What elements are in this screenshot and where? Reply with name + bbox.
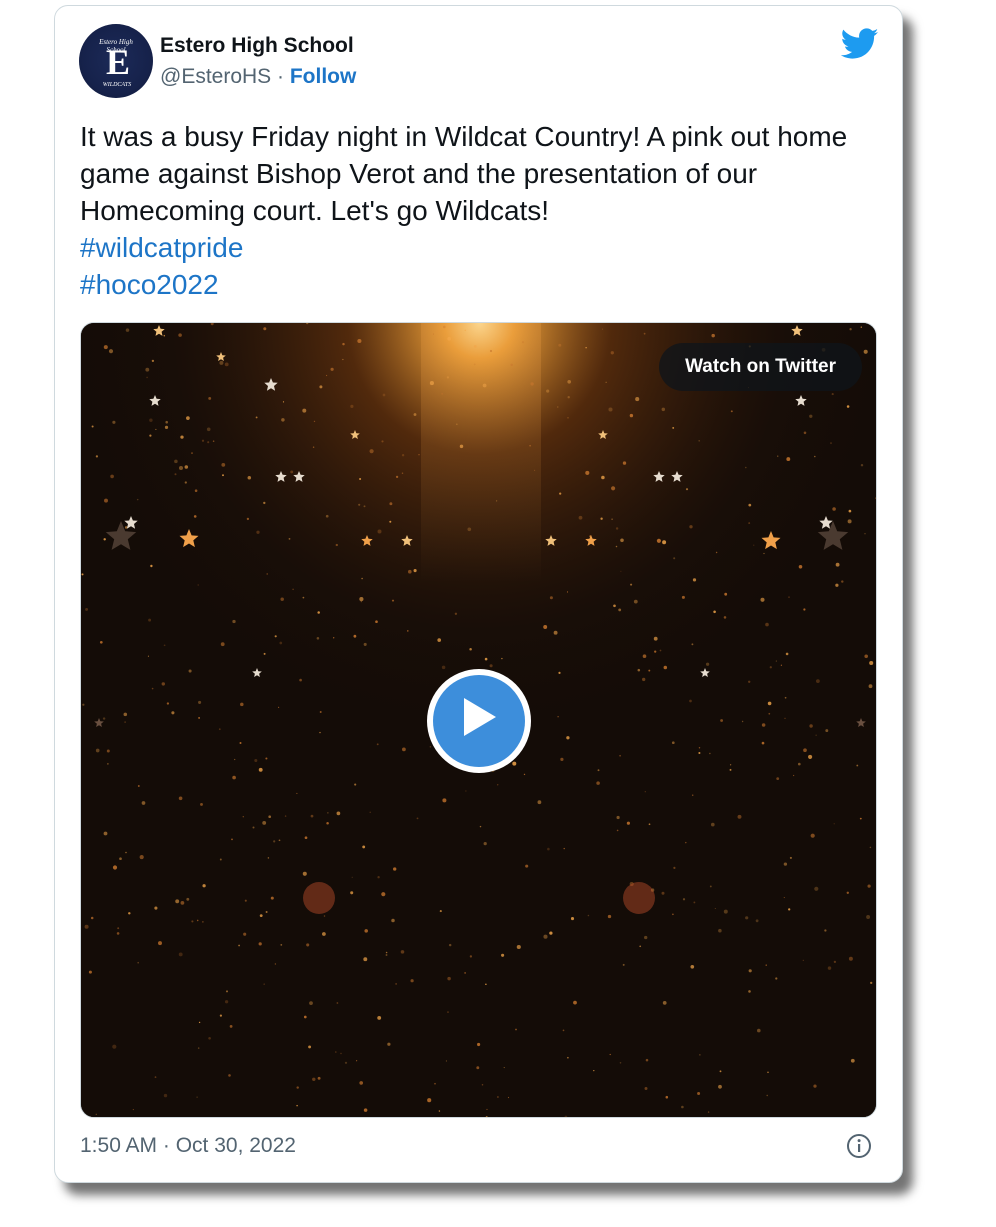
tweet-card: Estero High School E WILDCATS Estero Hig… xyxy=(54,5,903,1183)
play-icon xyxy=(464,698,496,736)
author-name[interactable]: Estero High School xyxy=(160,34,354,58)
handle-row: @EsteroHS · Follow xyxy=(160,65,356,89)
tweet-timestamp[interactable]: 1:50 AM · Oct 30, 2022 xyxy=(80,1134,296,1158)
watch-on-twitter-button[interactable]: Watch on Twitter xyxy=(659,343,862,391)
hashtag-link[interactable]: #wildcatpride xyxy=(80,229,880,266)
hashtag-link[interactable]: #hoco2022 xyxy=(80,266,880,303)
tweet-body: It was a busy Friday night in Wildcat Co… xyxy=(80,118,880,303)
avatar-letter: E xyxy=(105,42,130,82)
avatar[interactable]: Estero High School E WILDCATS xyxy=(79,24,153,98)
twitter-bird-icon[interactable] xyxy=(841,28,879,60)
avatar-bottom-text: WILDCATS xyxy=(102,82,132,88)
handle-separator: · xyxy=(271,65,290,88)
tweet-text: It was a busy Friday night in Wildcat Co… xyxy=(80,121,848,226)
video-thumbnail[interactable]: Watch on Twitter xyxy=(80,322,877,1118)
play-button[interactable] xyxy=(427,669,531,773)
follow-link[interactable]: Follow xyxy=(290,65,357,88)
author-handle[interactable]: @EsteroHS xyxy=(160,65,271,88)
info-icon[interactable] xyxy=(846,1133,872,1159)
